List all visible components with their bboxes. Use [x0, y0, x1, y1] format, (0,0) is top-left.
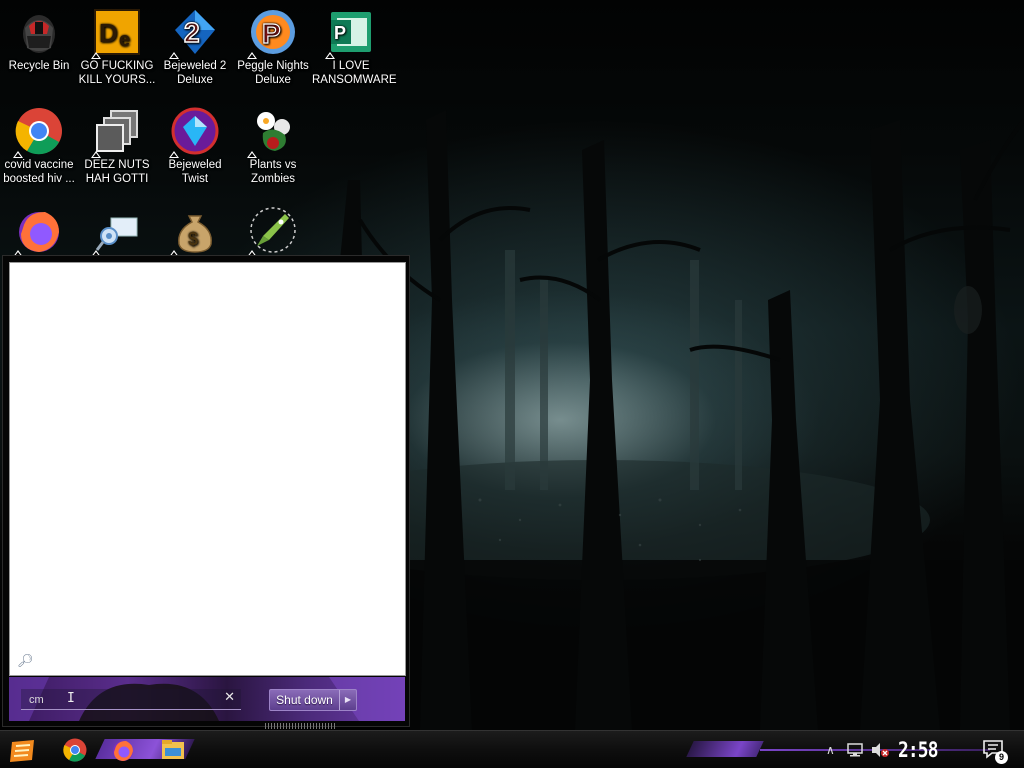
desktop-icon-peggle-nights[interactable]: P Peggle Nights Deluxe — [234, 2, 312, 98]
desktop-icon-network[interactable] — [78, 200, 156, 255]
network-tray-button[interactable] — [846, 731, 864, 768]
desktop-icon-label: Recycle Bin — [8, 60, 70, 72]
shutdown-options-arrow-icon[interactable]: ▶ — [339, 690, 356, 710]
shortcut-arrow-icon — [13, 151, 23, 158]
desktop-icon-label: GO FUCKING KILL YOURS... — [78, 60, 156, 86]
taskbar-clock[interactable]: 2:58 PM — [898, 735, 958, 765]
network-icon — [91, 206, 141, 255]
firefox-icon — [113, 741, 133, 761]
start-button[interactable] — [8, 736, 38, 764]
taskbar-file-explorer-button[interactable] — [158, 736, 188, 764]
svg-text:e: e — [119, 29, 130, 51]
desktop-icon-dimension[interactable]: D e GO FUCKING KILL YOURS... — [78, 2, 156, 98]
shortcut-arrow-icon — [247, 52, 257, 59]
adobe-dimension-icon: D e — [91, 8, 141, 59]
start-search-input[interactable] — [27, 691, 221, 709]
svg-text:P: P — [262, 18, 281, 49]
desktop-icon-label: Bejeweled 2 Deluxe — [163, 60, 227, 86]
desktop-icon-bejeweled-2[interactable]: 2 Bejeweled 2 Deluxe — [156, 2, 234, 98]
firefox-icon — [13, 206, 63, 255]
bejeweled-twist-icon — [169, 107, 219, 158]
start-search-box[interactable]: I ✕ — [21, 689, 241, 710]
ms-project-icon: P — [325, 8, 375, 59]
desktop-icon-label: Bejeweled Twist — [168, 159, 222, 185]
desktop-icon-label: covid vaccine boosted hiv ... — [3, 159, 75, 185]
plants-vs-zombies-icon — [247, 107, 297, 158]
svg-text:D: D — [99, 18, 118, 48]
desktop-icon-label: DEEZ NUTS HAH GOTTI — [84, 159, 150, 185]
desktop-icon-money-bag[interactable]: $ — [156, 200, 234, 255]
desktop-icon-bejeweled-twist[interactable]: Bejeweled Twist — [156, 101, 234, 197]
show-hidden-icons-button[interactable]: ∧ — [826, 731, 835, 768]
notification-count-badge: 9 — [995, 751, 1008, 764]
desktop-icon-firefox[interactable] — [0, 200, 78, 255]
start-orb-icon — [10, 740, 34, 762]
start-menu-bottom-bar: I ✕ Shut down ▶ — [9, 677, 405, 721]
desktop-icon-covid-vaccine[interactable]: covid vaccine boosted hiv ... — [0, 101, 78, 197]
search-results-pane: 🔎︎ — [9, 262, 406, 676]
chevron-up-icon: ∧ — [826, 743, 835, 757]
desktop-icon-ransomware[interactable]: P I LOVE RANSOMWARE — [312, 2, 397, 98]
rocket-icon — [247, 206, 297, 255]
svg-text:$: $ — [188, 229, 198, 249]
chrome-icon — [63, 738, 87, 762]
desktop-icon-label: Peggle Nights Deluxe — [237, 60, 309, 86]
volume-muted-icon — [872, 743, 889, 757]
taskbar-decoration — [686, 741, 764, 757]
shortcut-arrow-icon — [247, 151, 257, 158]
svg-text:2: 2 — [184, 17, 200, 48]
search-icon: 🔎︎ — [17, 653, 34, 668]
shortcut-arrow-icon — [325, 52, 335, 59]
svg-text:P: P — [334, 23, 346, 43]
text-cursor-icon: I — [67, 691, 75, 706]
stacked-windows-icon — [91, 107, 141, 158]
shutdown-button-group: Shut down ▶ — [269, 689, 357, 711]
desktop-icon-plants-vs-zombies[interactable]: Plants vs Zombies — [234, 101, 312, 197]
action-center-button[interactable]: 9 — [982, 739, 1008, 764]
shortcut-arrow-icon — [91, 151, 101, 158]
desktop-icon-label: I LOVE RANSOMWARE — [312, 60, 397, 86]
shortcut-arrow-icon — [169, 151, 179, 158]
shortcut-arrow-icon — [169, 52, 179, 59]
volume-tray-button[interactable] — [870, 731, 890, 768]
start-menu: 🔎︎ I ✕ Shut down ▶ — [2, 255, 410, 727]
desktop-icon-rocket[interactable] — [234, 200, 312, 255]
desktop-icon-deez-nuts[interactable]: DEEZ NUTS HAH GOTTI — [78, 101, 156, 197]
file-explorer-icon — [162, 740, 184, 759]
network-monitor-icon — [847, 743, 863, 757]
clear-search-button[interactable]: ✕ — [224, 689, 235, 705]
taskbar-firefox-button[interactable] — [108, 736, 138, 764]
chrome-icon — [13, 107, 63, 158]
recycle-bin-icon — [15, 8, 63, 56]
taskbar: ∧ 2:58 PM 9 — [0, 730, 1024, 768]
peggle-icon: P — [247, 8, 297, 59]
money-bag-icon: $ — [169, 206, 219, 255]
taskbar-chrome-button[interactable] — [60, 736, 90, 764]
shortcut-arrow-icon — [91, 52, 101, 59]
decorative-barcode — [265, 723, 335, 729]
desktop-icon-recycle-bin[interactable]: Recycle Bin — [0, 2, 78, 98]
shutdown-button[interactable]: Shut down — [270, 690, 339, 710]
desktop-icon-label: Plants vs Zombies — [249, 159, 297, 185]
bejeweled-2-icon: 2 — [169, 8, 219, 59]
